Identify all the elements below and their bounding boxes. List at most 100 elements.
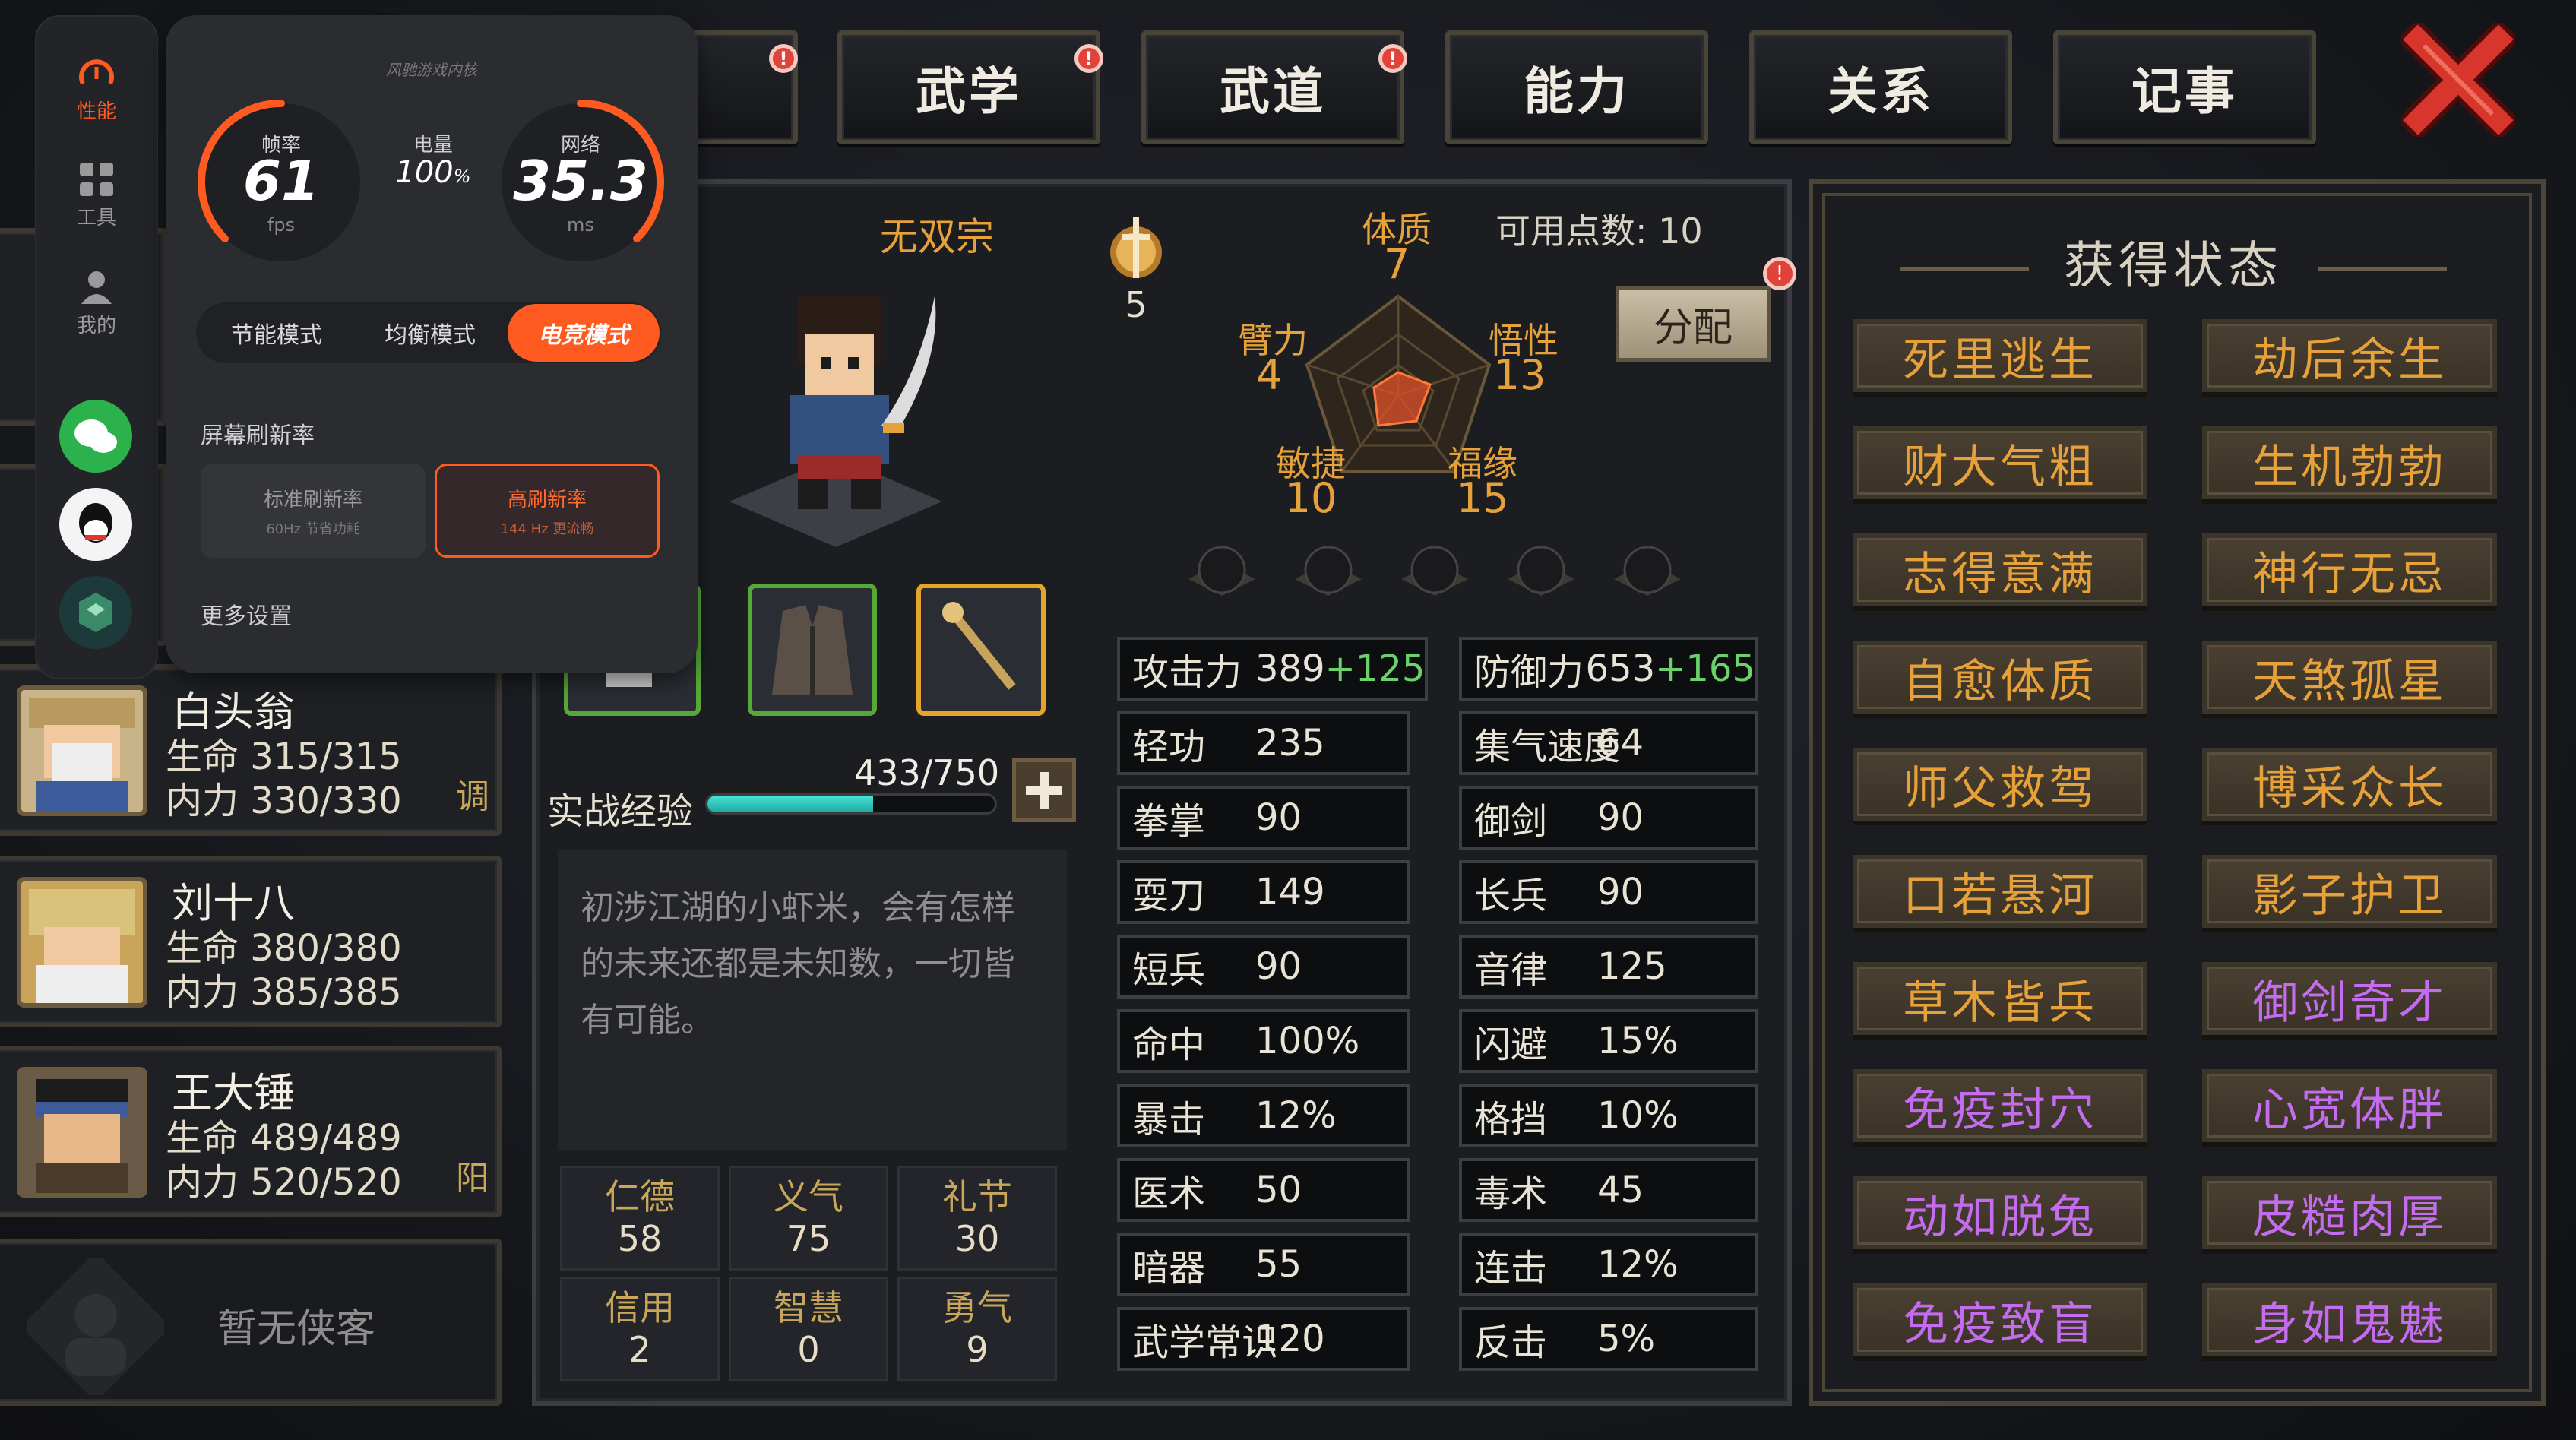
perf-header: 风驰游戏内核 [386,61,477,79]
status-item[interactable]: 草木皆兵 [1853,962,2147,1035]
status-item[interactable]: 影子护卫 [2202,855,2497,928]
distribute-button[interactable]: 分配 [1616,286,1771,362]
avatar [17,1067,147,1198]
perf-sidebar-item[interactable]: 工具 [36,160,157,230]
mode-esports-button[interactable]: 电竞模式 [508,304,660,362]
battery-label: 电量 [413,134,453,157]
tab-wudao[interactable]: 武道 [1141,30,1404,144]
attr-bili-value: 4 [1255,351,1283,399]
status-item[interactable]: 身如鬼魅 [2202,1283,2497,1356]
mode-balanced-button[interactable]: 均衡模式 [354,304,506,362]
roster-tag: 阳 [456,1159,489,1198]
status-item[interactable]: 免疫致盲 [1853,1283,2147,1356]
sword-emblem-icon [1110,217,1162,278]
refresh-high-title: 高刷新率 [507,488,587,511]
fps-unit: fps [267,214,296,236]
tab-badge: ! [769,44,798,73]
status-item[interactable]: 神行无忌 [2202,533,2497,606]
status-item[interactable]: 皮糙肉厚 [2202,1176,2497,1249]
orb-row [1170,532,1702,616]
equip-slot-armor[interactable] [748,584,877,716]
stat-row: 耍刀 149 [1117,860,1410,924]
status-item[interactable]: 免疫封穴 [1853,1069,2147,1142]
stat-row: 音律 125 [1459,935,1758,999]
exp-label: 实战经验 [547,790,694,833]
status-item[interactable]: 志得意满 [1853,533,2147,606]
status-item[interactable]: 生机勃勃 [2202,426,2497,499]
game-app-icon[interactable] [59,576,132,649]
stat-row: 长兵 90 [1459,860,1758,924]
perf-sidebar-label: 性能 [76,100,116,123]
empty-avatar-icon [27,1258,164,1395]
status-item[interactable]: 动如脱兔 [1853,1176,2147,1249]
tab-label: 武道 [1220,62,1326,121]
tab-nengli[interactable]: 能力 [1445,30,1708,144]
tab-label: 武学 [916,62,1022,121]
status-item[interactable]: 心宽体胖 [2202,1069,2497,1142]
roster-card[interactable]: 刘十八 生命 380/380 内力 385/385 [0,856,502,1027]
status-grid: 死里逃生 劫后余生 财大气粗 生机勃勃 志得意满 神行无忌 自愈体质 天煞孤星 … [1853,319,2506,1368]
roster-empty-label: 暂无侠客 [217,1306,376,1352]
robe-icon [772,605,853,695]
stat-row: 医术 50 [1117,1158,1410,1222]
roster-mp: 内力 330/330 [166,780,402,822]
virtue-cell: 信用 2 [560,1277,720,1381]
tab-guanxi[interactable]: 关系 [1749,30,2012,144]
stat-row: 御剑 90 [1459,786,1758,850]
stat-row: 连击 12% [1459,1233,1758,1296]
status-item[interactable]: 师父救驾 [1853,748,2147,821]
tab-badge: ! [1074,44,1103,73]
perf-sidebar-label: 工具 [76,207,116,229]
sect-name: 无双宗 [880,215,994,259]
status-item[interactable]: 财大气粗 [1853,426,2147,499]
roster-mp: 内力 520/520 [166,1161,402,1204]
add-exp-button[interactable] [1012,758,1076,822]
roster-card[interactable]: 白头翁 生命 315/315 内力 330/330 调 [0,664,502,836]
refresh-standard-option[interactable]: 标准刷新率 60Hz 节省功耗 [201,464,426,558]
roster-empty-slot[interactable]: 暂无侠客 [0,1239,502,1406]
status-item[interactable]: 死里逃生 [1853,319,2147,392]
stat-row: 反击 5% [1459,1307,1758,1371]
orb-icon [1188,546,1255,596]
roster-card[interactable]: 王大锤 生命 489/489 内力 520/520 阳 [0,1046,502,1217]
rank-badge: 5 [1098,213,1182,327]
attr-fuyuan-value: 15 [1456,474,1509,522]
stat-row: 暴击 12% [1117,1084,1410,1147]
character-description: 初涉江湖的小虾米，会有怎样的未来还都是未知数，一切皆有可能。 [558,850,1067,1150]
wechat-icon[interactable] [59,400,132,473]
status-item[interactable]: 劫后余生 [2202,319,2497,392]
virtue-cell: 义气 75 [729,1166,888,1271]
roster-tag: 调 [456,777,489,816]
attr-tizhi-value: 7 [1383,240,1410,288]
more-settings-link[interactable]: 更多设置 [201,597,292,631]
qq-icon[interactable] [59,488,132,561]
tab-jishi[interactable]: 记事 [2053,30,2316,144]
status-item[interactable]: 御剑奇才 [2202,962,2497,1035]
close-button[interactable] [2396,17,2521,142]
stat-row: 轻功 235 [1117,711,1410,775]
tab-label: 记事 [2131,62,2238,121]
orb-icon [1295,546,1362,596]
status-item[interactable]: 博采众长 [2202,748,2497,821]
stat-row: 防御力 653 +165 [1459,637,1758,701]
grid-icon [80,163,113,196]
network-unit: ms [567,214,594,236]
tab-wuxue[interactable]: 武学 [837,30,1100,144]
attr-wuxing-value: 13 [1493,351,1546,399]
stat-row: 短兵 90 [1117,935,1410,999]
status-item[interactable]: 天煞孤星 [2202,641,2497,714]
status-item[interactable]: 自愈体质 [1853,641,2147,714]
roster-mp: 内力 385/385 [166,971,402,1014]
perf-sidebar-item[interactable]: 我的 [36,267,157,338]
stat-row: 毒术 45 [1459,1158,1758,1222]
user-icon [81,271,112,304]
avatar [17,685,147,816]
stat-row: 拳掌 90 [1117,786,1410,850]
refresh-std-sub: 60Hz 节省功耗 [266,521,360,537]
refresh-high-option[interactable]: 高刷新率 144 Hz 更流畅 [435,464,660,558]
equip-slot-accessory[interactable] [916,584,1046,716]
orb-icon [1508,546,1574,596]
status-item[interactable]: 口若悬河 [1853,855,2147,928]
perf-sidebar-item[interactable]: 性能 [36,53,157,124]
mode-power-save-button[interactable]: 节能模式 [201,304,353,362]
